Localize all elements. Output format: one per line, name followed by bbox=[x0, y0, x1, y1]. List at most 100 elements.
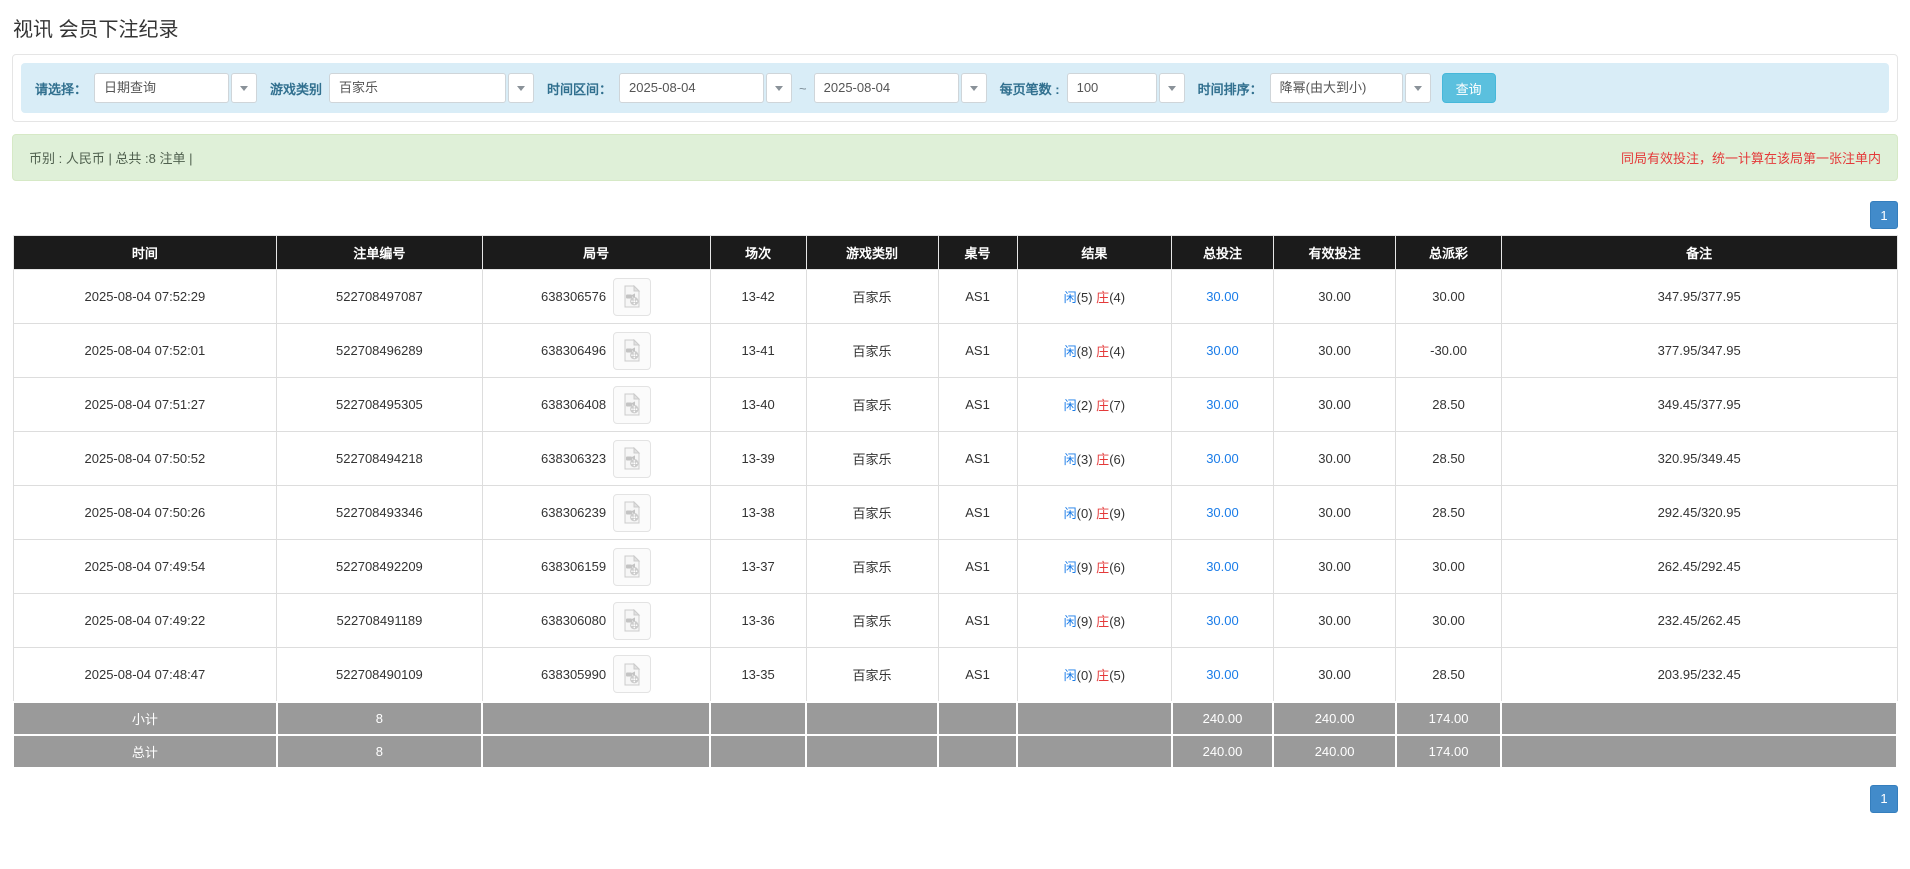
game-type-value[interactable]: 百家乐 bbox=[329, 73, 506, 103]
game-type-dropdown[interactable]: 百家乐 bbox=[329, 73, 534, 103]
column-header: 游戏类别 bbox=[806, 236, 938, 270]
video-file-icon bbox=[622, 285, 642, 308]
video-file-icon bbox=[622, 663, 642, 686]
result-player-label: 闲 bbox=[1064, 344, 1077, 359]
pagination-bottom: 1 bbox=[12, 785, 1898, 813]
round-video-button[interactable] bbox=[613, 494, 651, 532]
column-header: 结果 bbox=[1017, 236, 1171, 270]
result-player-count: (5) bbox=[1077, 290, 1093, 305]
result-banker-count: (8) bbox=[1109, 614, 1125, 629]
cell-valid-bet: 30.00 bbox=[1273, 486, 1395, 540]
cell-valid-bet: 30.00 bbox=[1273, 648, 1395, 702]
cell-game-type: 百家乐 bbox=[806, 486, 938, 540]
date-from-arrow[interactable] bbox=[766, 73, 792, 103]
page-size-value[interactable]: 100 bbox=[1067, 73, 1157, 103]
cell-order-no: 522708494218 bbox=[277, 432, 482, 486]
round-video-button[interactable] bbox=[613, 440, 651, 478]
cell-order-no: 522708495305 bbox=[277, 378, 482, 432]
cell-time: 2025-08-04 07:50:52 bbox=[13, 432, 277, 486]
footer-empty bbox=[710, 735, 806, 768]
footer-payout: 174.00 bbox=[1396, 702, 1502, 735]
sort-arrow[interactable] bbox=[1405, 73, 1431, 103]
date-from-value[interactable]: 2025-08-04 bbox=[619, 73, 764, 103]
pagination-page-1[interactable]: 1 bbox=[1870, 201, 1898, 229]
total-bet-link[interactable]: 30.00 bbox=[1206, 505, 1239, 520]
select-mode-label: 请选择： bbox=[35, 79, 87, 98]
cell-payout: 30.00 bbox=[1396, 270, 1502, 324]
total-bet-link[interactable]: 30.00 bbox=[1206, 397, 1239, 412]
cell-valid-bet: 30.00 bbox=[1273, 324, 1395, 378]
cell-session: 13-41 bbox=[710, 324, 806, 378]
round-video-button[interactable] bbox=[613, 655, 651, 693]
footer-empty bbox=[1017, 702, 1171, 735]
summary-currency-count: 币别 : 人民币 | 总共 :8 注单 | bbox=[29, 148, 193, 167]
query-button[interactable]: 查询 bbox=[1442, 73, 1496, 103]
bet-records-table: 时间注单编号局号场次游戏类别桌号结果总投注有效投注总派彩备注 2025-08-0… bbox=[12, 235, 1898, 769]
footer-total-bet: 240.00 bbox=[1172, 735, 1274, 768]
date-to-picker[interactable]: 2025-08-04 bbox=[814, 73, 987, 103]
game-type-arrow[interactable] bbox=[508, 73, 534, 103]
column-header: 场次 bbox=[710, 236, 806, 270]
cell-session: 13-36 bbox=[710, 594, 806, 648]
result-banker-count: (4) bbox=[1109, 344, 1125, 359]
sort-dropdown[interactable]: 降幂(由大到小) bbox=[1270, 73, 1431, 103]
cell-valid-bet: 30.00 bbox=[1273, 270, 1395, 324]
round-video-button[interactable] bbox=[613, 602, 651, 640]
pagination-page-1[interactable]: 1 bbox=[1870, 785, 1898, 813]
caret-down-icon bbox=[240, 86, 248, 91]
round-number: 638306496 bbox=[541, 343, 606, 358]
filter-panel: 请选择： 日期查询 游戏类别 百家乐 时间区间： 2025-08-04 ~ 20… bbox=[12, 54, 1898, 122]
cell-session: 13-42 bbox=[710, 270, 806, 324]
cell-game-type: 百家乐 bbox=[806, 324, 938, 378]
cell-game-type: 百家乐 bbox=[806, 594, 938, 648]
subtotal-row: 小计8240.00240.00174.00 bbox=[13, 702, 1897, 735]
column-header: 有效投注 bbox=[1273, 236, 1395, 270]
result-player-label: 闲 bbox=[1064, 290, 1077, 305]
sort-value[interactable]: 降幂(由大到小) bbox=[1270, 73, 1403, 103]
summary-notice: 同局有效投注，统一计算在该局第一张注单内 bbox=[1621, 148, 1881, 167]
cell-table-no: AS1 bbox=[938, 324, 1017, 378]
result-player-count: (9) bbox=[1077, 614, 1093, 629]
table-row: 2025-08-04 07:50:52522708494218638306323… bbox=[13, 432, 1897, 486]
select-mode-arrow[interactable] bbox=[231, 73, 257, 103]
round-video-button[interactable] bbox=[613, 386, 651, 424]
cell-round-no: 638305990 bbox=[482, 648, 710, 702]
page-title: 视讯 会员下注纪录 bbox=[0, 0, 1910, 44]
page-size-dropdown[interactable]: 100 bbox=[1067, 73, 1185, 103]
round-number: 638306576 bbox=[541, 289, 606, 304]
result-player-label: 闲 bbox=[1064, 506, 1077, 521]
date-to-value[interactable]: 2025-08-04 bbox=[814, 73, 959, 103]
total-bet-link[interactable]: 30.00 bbox=[1206, 559, 1239, 574]
date-to-arrow[interactable] bbox=[961, 73, 987, 103]
select-mode-value[interactable]: 日期查询 bbox=[94, 73, 229, 103]
page-size-arrow[interactable] bbox=[1159, 73, 1185, 103]
result-banker-label: 庄 bbox=[1096, 398, 1109, 413]
footer-empty bbox=[710, 702, 806, 735]
cell-payout: 28.50 bbox=[1396, 432, 1502, 486]
cell-result: 闲(8) 庄(4) bbox=[1017, 324, 1171, 378]
video-file-icon bbox=[622, 555, 642, 578]
cell-remark: 377.95/347.95 bbox=[1501, 324, 1897, 378]
table-row: 2025-08-04 07:49:22522708491189638306080… bbox=[13, 594, 1897, 648]
footer-valid-bet: 240.00 bbox=[1273, 735, 1395, 768]
cell-time: 2025-08-04 07:48:47 bbox=[13, 648, 277, 702]
select-mode-dropdown[interactable]: 日期查询 bbox=[94, 73, 257, 103]
result-banker-count: (4) bbox=[1109, 290, 1125, 305]
round-video-button[interactable] bbox=[613, 332, 651, 370]
round-video-button[interactable] bbox=[613, 278, 651, 316]
total-bet-link[interactable]: 30.00 bbox=[1206, 451, 1239, 466]
date-from-picker[interactable]: 2025-08-04 bbox=[619, 73, 792, 103]
round-video-button[interactable] bbox=[613, 548, 651, 586]
total-bet-link[interactable]: 30.00 bbox=[1206, 289, 1239, 304]
footer-count: 8 bbox=[277, 735, 482, 768]
cell-total-bet: 30.00 bbox=[1172, 648, 1274, 702]
cell-valid-bet: 30.00 bbox=[1273, 432, 1395, 486]
result-banker-label: 庄 bbox=[1096, 290, 1109, 305]
cell-game-type: 百家乐 bbox=[806, 378, 938, 432]
table-row: 2025-08-04 07:48:47522708490109638305990… bbox=[13, 648, 1897, 702]
result-player-label: 闲 bbox=[1064, 668, 1077, 683]
total-bet-link[interactable]: 30.00 bbox=[1206, 667, 1239, 682]
round-number: 638305990 bbox=[541, 667, 606, 682]
total-bet-link[interactable]: 30.00 bbox=[1206, 613, 1239, 628]
total-bet-link[interactable]: 30.00 bbox=[1206, 343, 1239, 358]
